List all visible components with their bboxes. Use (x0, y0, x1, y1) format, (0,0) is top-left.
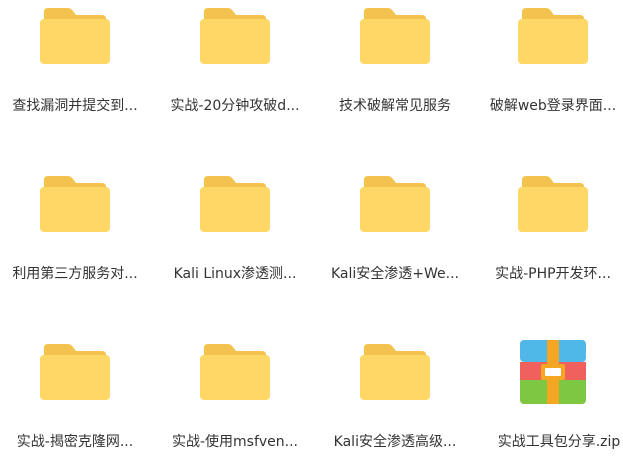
file-grid: 查找漏洞并提交到... 实战-20分钟攻破d... 技术破解常见服务 破解web… (0, 0, 623, 463)
file-name-label: 查找漏洞并提交到... (12, 98, 138, 114)
file-name-label: 实战工具包分享.zip (497, 434, 621, 450)
folder-icon (40, 174, 110, 232)
file-name-label: 实战-20分钟攻破d... (170, 98, 300, 114)
folder-item[interactable]: 破解web登录界面... (478, 0, 623, 130)
folder-icon (200, 342, 270, 400)
folder-icon (40, 6, 110, 64)
folder-item[interactable]: 技术破解常见服务 (320, 0, 470, 130)
folder-icon (360, 174, 430, 232)
zip-archive-icon (520, 340, 586, 404)
folder-icon (360, 6, 430, 64)
folder-icon (518, 174, 588, 232)
folder-item[interactable]: 实战-PHP开发环... (478, 168, 623, 298)
folder-icon (40, 342, 110, 400)
file-name-label: Kali Linux渗透测... (173, 266, 297, 282)
folder-icon (360, 342, 430, 400)
zip-file-item[interactable]: 实战工具包分享.zip (478, 336, 623, 466)
file-name-label: 技术破解常见服务 (339, 98, 451, 114)
folder-item[interactable]: 利用第三方服务对... (0, 168, 150, 298)
folder-icon (200, 6, 270, 64)
folder-item[interactable]: 实战-使用msfven... (160, 336, 310, 466)
folder-icon (518, 6, 588, 64)
file-name-label: 实战-PHP开发环... (495, 266, 611, 282)
folder-item[interactable]: Kali Linux渗透测... (160, 168, 310, 298)
file-name-label: 利用第三方服务对... (12, 266, 138, 282)
folder-item[interactable]: 实战-20分钟攻破d... (160, 0, 310, 130)
folder-icon (200, 174, 270, 232)
file-name-label: Kali安全渗透高级... (333, 434, 457, 450)
folder-item[interactable]: 实战-揭密克隆网... (0, 336, 150, 466)
file-name-label: 破解web登录界面... (489, 98, 617, 114)
folder-item[interactable]: 查找漏洞并提交到... (0, 0, 150, 130)
folder-item[interactable]: Kali安全渗透+We... (320, 168, 470, 298)
folder-item[interactable]: Kali安全渗透高级... (320, 336, 470, 466)
file-name-label: 实战-揭密克隆网... (16, 434, 134, 450)
file-name-label: 实战-使用msfven... (171, 434, 299, 450)
file-name-label: Kali安全渗透+We... (330, 266, 459, 282)
